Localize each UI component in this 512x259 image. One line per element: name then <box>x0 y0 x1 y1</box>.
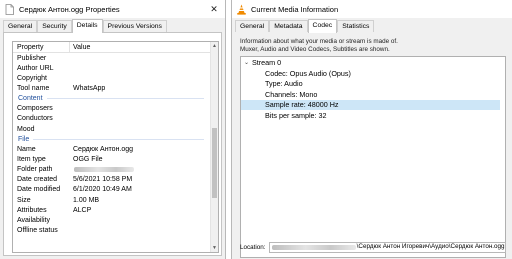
file-icon <box>5 3 14 15</box>
codec-tree[interactable]: ⌄ Stream 0 Codec: Opus Audio (Opus) Type:… <box>240 56 506 258</box>
props-close-button[interactable]: ✕ <box>203 4 225 15</box>
property-name: Mood <box>17 125 35 133</box>
property-row[interactable]: Availability <box>13 215 218 225</box>
stream-field[interactable]: Channels: Mono <box>241 89 505 100</box>
property-row[interactable]: Folder path <box>13 165 218 175</box>
column-header-property[interactable]: Property <box>13 42 70 52</box>
media-information-window: Current Media Information General Metada… <box>231 0 512 259</box>
media-titlebar: Current Media Information <box>232 0 512 18</box>
rows-content: Composers Conductors Mood <box>13 104 218 134</box>
property-value: Сердюк Антон.ogg <box>73 145 134 153</box>
details-pane: Property Value Publisher Author URL Copyri… <box>3 32 222 256</box>
property-value: 6/1/2020 10:49 AM <box>73 186 132 194</box>
stream-fields: Codec: Opus Audio (Opus) Type: Audio Chann… <box>241 68 505 121</box>
location-path: \Сердюк Антон Игоревич\Аудио\Сердюк Анто… <box>356 243 505 250</box>
info-line: Information about what your media or str… <box>240 38 398 45</box>
scroll-up-arrow-icon[interactable]: ▲ <box>211 42 218 50</box>
stream-field[interactable]: Bits per sample: 32 <box>241 110 505 121</box>
properties-list[interactable]: Property Value Publisher Author URL Copyri… <box>12 41 219 253</box>
property-row[interactable]: Author URL <box>13 63 218 73</box>
media-tabbar: General Metadata Codec Statistics <box>232 19 512 33</box>
property-name: Name <box>17 145 36 153</box>
properties-rows: Publisher Author URL Copyright Tool name Wha… <box>13 53 218 236</box>
media-window-title: Current Media Information <box>251 4 339 14</box>
tab-details[interactable]: Details <box>71 19 103 33</box>
redacted-path <box>271 244 356 250</box>
chevron-down-icon[interactable]: ⌄ <box>244 59 252 66</box>
group-divider <box>33 138 204 140</box>
property-name: Publisher <box>17 54 47 62</box>
property-row[interactable]: Item type OGG File <box>13 154 218 164</box>
properties-scrollbar[interactable]: ▲ ▼ <box>210 42 218 252</box>
property-row[interactable]: Copyright <box>13 73 218 83</box>
property-row[interactable]: Size 1.00 MB <box>13 195 218 205</box>
property-value: ALCP <box>73 206 92 214</box>
property-row[interactable]: Composers <box>13 104 218 114</box>
group-header-file: File <box>13 134 218 144</box>
props-window-title: Сердюк Антон.ogg Properties <box>19 4 120 14</box>
property-name: Availability <box>17 216 50 224</box>
property-row[interactable]: Mood <box>13 124 218 134</box>
info-line: Muxer, Audio and Video Codecs, Subtitles… <box>240 46 390 53</box>
tab-codec[interactable]: Codec <box>307 19 338 33</box>
column-header-value[interactable]: Value <box>70 42 90 52</box>
properties-list-header: Property Value <box>13 42 218 53</box>
group-divider <box>46 98 204 100</box>
codec-pane: Information about what your media or str… <box>235 32 509 258</box>
property-row[interactable]: Date modified 6/1/2020 10:49 AM <box>13 185 218 195</box>
property-name: Attributes <box>17 206 47 214</box>
scroll-down-arrow-icon[interactable]: ▼ <box>211 244 218 252</box>
property-row[interactable]: Conductors <box>13 114 218 124</box>
property-row[interactable]: Date created 5/6/2021 10:58 PM <box>13 175 218 185</box>
property-name: Item type <box>17 155 46 163</box>
group-label-content: Content <box>18 95 43 103</box>
property-value: WhatsApp <box>73 84 106 92</box>
stream-label: Stream 0 <box>252 58 282 67</box>
tree-node-stream-0[interactable]: ⌄ Stream 0 <box>241 57 505 68</box>
rows-top: Publisher Author URL Copyright Tool name Wha… <box>13 53 218 94</box>
property-name: Offline status <box>17 226 58 234</box>
file-properties-window: Сердюк Антон.ogg Properties ✕ General Se… <box>0 0 226 259</box>
property-name: Conductors <box>17 115 53 123</box>
vlc-cone-icon <box>237 4 246 15</box>
property-value: OGG File <box>73 155 103 163</box>
property-value: 5/6/2021 10:58 PM <box>73 176 133 184</box>
stream-field[interactable]: Type: Audio <box>241 79 505 90</box>
location-label: Location: <box>240 243 266 251</box>
property-name: Tool name <box>17 84 50 92</box>
props-tabbar: General Security Details Previous Versio… <box>0 19 225 33</box>
property-name: Composers <box>17 105 53 113</box>
property-value: 1.00 MB <box>73 196 100 204</box>
rows-file: Name Сердюк Антон.ogg Item type OGG File Fol… <box>13 144 218 235</box>
group-header-content: Content <box>13 94 218 104</box>
stream-field[interactable]: Codec: Opus Audio (Opus) <box>241 68 505 79</box>
property-row[interactable]: Name Сердюк Антон.ogg <box>13 144 218 154</box>
property-name: Date created <box>17 176 58 184</box>
property-name: Folder path <box>17 166 53 174</box>
stream-field[interactable]: Sample rate: 48000 Hz <box>241 99 500 110</box>
location-field[interactable]: \Сердюк Антон Игоревич\Аудио\Сердюк Анто… <box>268 241 506 253</box>
codec-info-text: Information about what your media or str… <box>240 38 505 54</box>
property-row[interactable]: Offline status <box>13 225 218 235</box>
property-name: Size <box>17 196 31 204</box>
property-name: Author URL <box>17 64 54 72</box>
props-titlebar: Сердюк Антон.ogg Properties ✕ <box>0 0 225 18</box>
property-name: Date modified <box>17 186 61 194</box>
property-row[interactable]: Attributes ALCP <box>13 205 218 215</box>
location-bar: Location: \Сердюк Антон Игоревич\Аудио\С… <box>240 241 506 253</box>
property-row[interactable]: Publisher <box>13 53 218 63</box>
redacted-path <box>74 167 134 173</box>
scrollbar-thumb[interactable] <box>212 127 217 199</box>
property-name: Copyright <box>17 74 47 82</box>
group-label-file: File <box>18 135 30 143</box>
property-row[interactable]: Tool name WhatsApp <box>13 83 218 93</box>
